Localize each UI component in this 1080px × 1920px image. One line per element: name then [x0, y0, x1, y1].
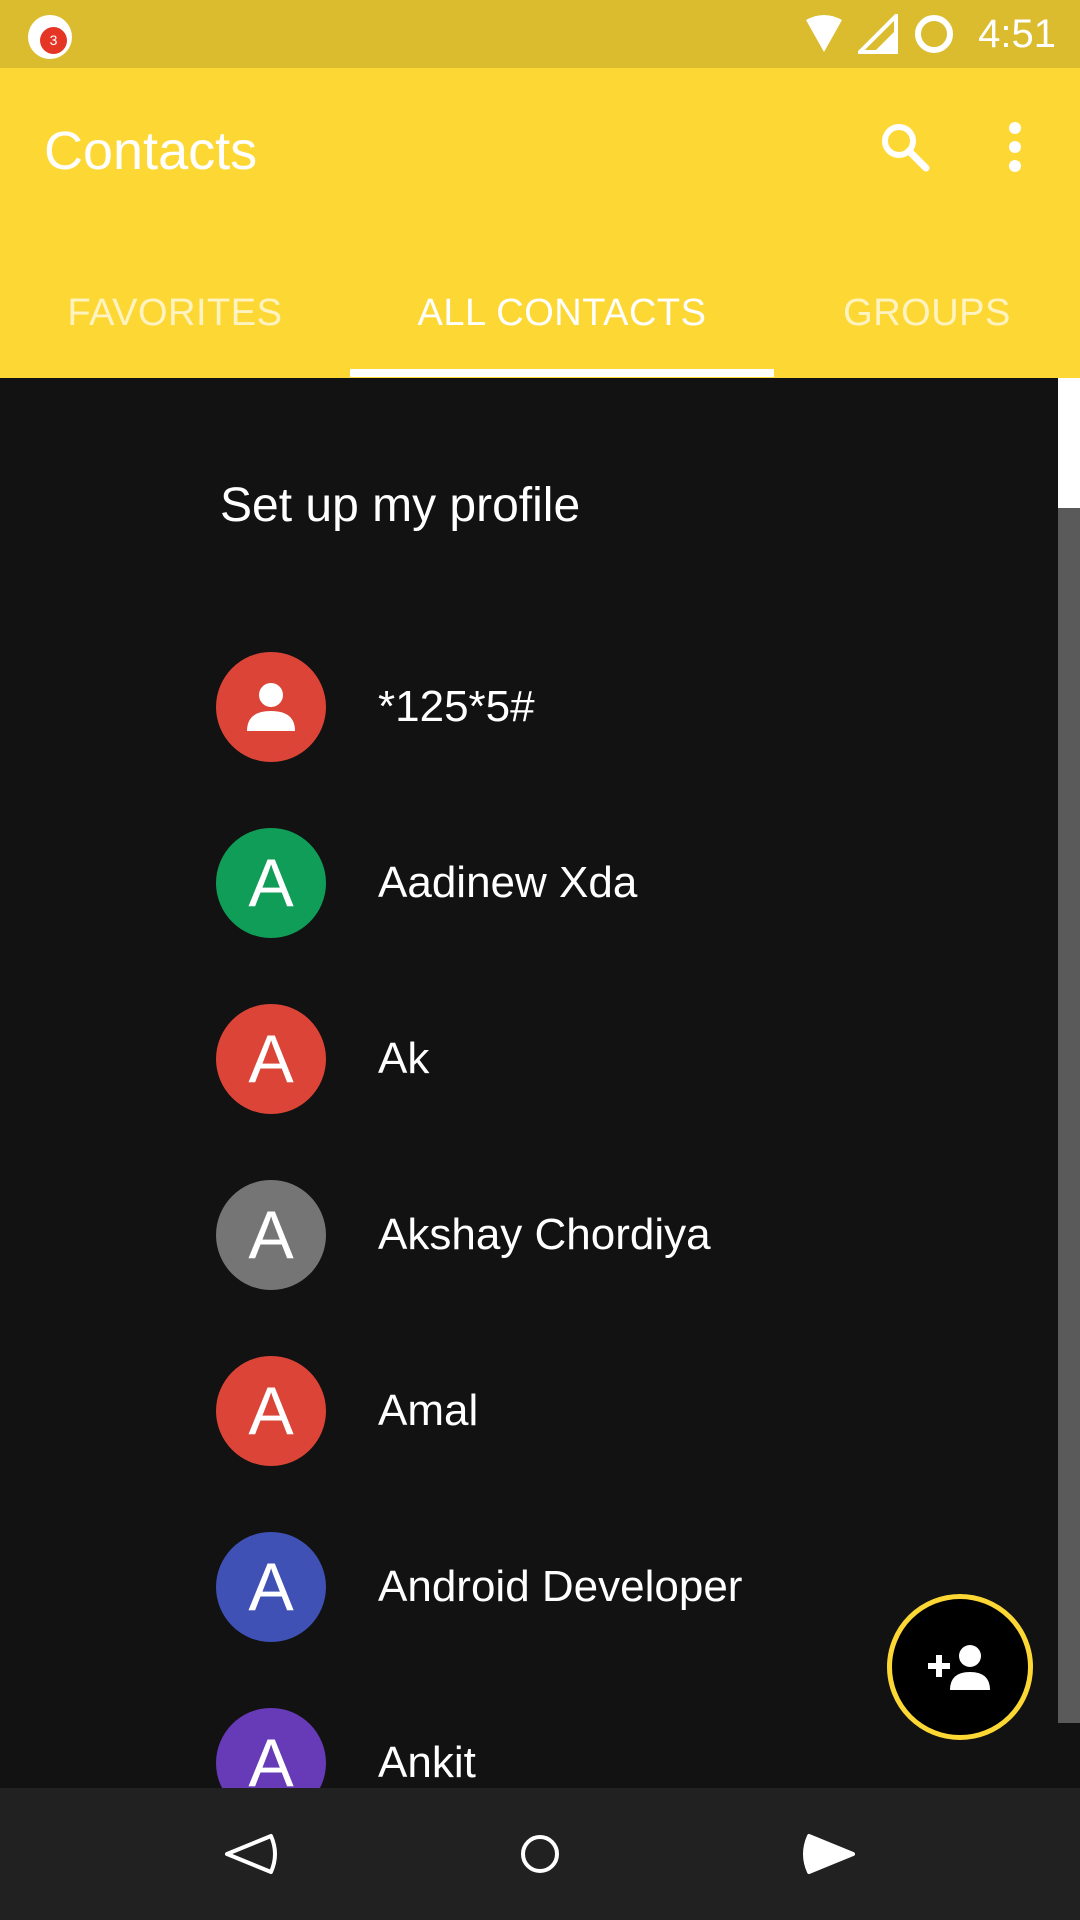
- avatar: A: [216, 1356, 326, 1466]
- add-person-icon: [928, 1645, 990, 1690]
- status-bar: 3 4:51: [0, 0, 1080, 68]
- back-icon: [225, 1834, 277, 1874]
- app-bar: Contacts FAVORITES ALL CONTACTS GROUPS: [0, 68, 1080, 378]
- avatar: A: [216, 1180, 326, 1290]
- tab-groups[interactable]: GROUPS: [774, 248, 1080, 378]
- signal-icon: [858, 14, 899, 54]
- recents-icon: [803, 1834, 855, 1874]
- navigation-bar: [0, 1788, 1080, 1920]
- set-up-profile[interactable]: Set up my profile: [220, 478, 580, 533]
- tab-all-contacts[interactable]: ALL CONTACTS: [350, 248, 774, 378]
- tab-bar: FAVORITES ALL CONTACTS GROUPS: [0, 248, 1080, 378]
- scrollbar-track[interactable]: [1058, 378, 1080, 1723]
- more-options-button[interactable]: [985, 112, 1045, 182]
- recents-button[interactable]: [782, 1809, 872, 1899]
- contact-row[interactable]: A Amal: [216, 1355, 1036, 1467]
- avatar: [216, 652, 326, 762]
- contact-name: Aadinew Xda: [378, 858, 638, 907]
- back-button[interactable]: [208, 1809, 298, 1899]
- home-button[interactable]: [495, 1809, 585, 1899]
- wifi-icon: [806, 15, 843, 52]
- contact-row[interactable]: A Ak: [216, 1003, 1036, 1115]
- scrollbar-thumb[interactable]: [1058, 378, 1080, 508]
- more-vert-icon: [1009, 122, 1021, 172]
- app-title: Contacts: [44, 121, 258, 181]
- contact-row[interactable]: A Akshay Chordiya: [216, 1179, 1036, 1291]
- tab-indicator: [350, 369, 774, 377]
- avatar: A: [216, 1004, 326, 1114]
- add-contact-button[interactable]: [887, 1594, 1033, 1740]
- contact-name: Amal: [378, 1386, 479, 1435]
- contact-row[interactable]: *125*5#: [216, 651, 1036, 763]
- data-saver-icon: [915, 15, 954, 53]
- home-icon: [521, 1835, 559, 1873]
- search-icon: [882, 124, 930, 172]
- status-time: 4:51: [978, 11, 1056, 56]
- contact-name: Ak: [378, 1034, 430, 1083]
- avatar: A: [216, 828, 326, 938]
- contact-name: *125*5#: [378, 682, 535, 731]
- notification-count: 3: [40, 27, 67, 54]
- search-button[interactable]: [870, 112, 940, 182]
- contact-name: Akshay Chordiya: [378, 1210, 711, 1259]
- tab-favorites[interactable]: FAVORITES: [0, 248, 350, 378]
- contact-name: Android Developer: [378, 1562, 743, 1611]
- avatar: A: [216, 1532, 326, 1642]
- notification-icon: 3: [28, 15, 72, 59]
- contact-row[interactable]: A Aadinew Xda: [216, 827, 1036, 939]
- contact-name: Ankit: [378, 1738, 476, 1787]
- status-icons: 4:51: [804, 0, 1056, 68]
- person-icon: [247, 683, 295, 731]
